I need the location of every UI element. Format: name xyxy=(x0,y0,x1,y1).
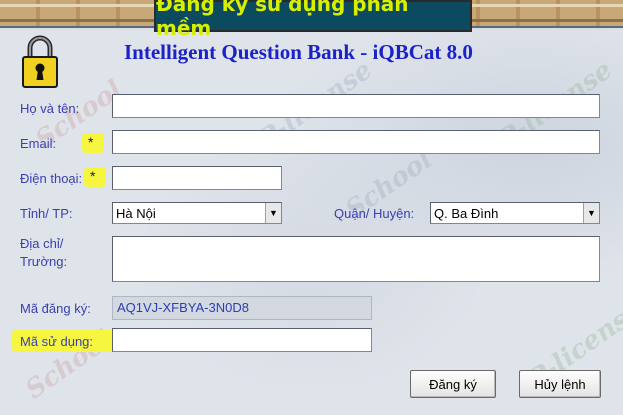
use-code-field[interactable] xyxy=(112,328,372,352)
window-title-banner: Đăng ký sử dụng phần mềm xyxy=(154,0,472,40)
district-select[interactable]: Q. Ba Đình ▼ xyxy=(430,202,600,224)
address-label-line1: Địa chỉ/ xyxy=(20,236,64,251)
chevron-down-icon[interactable]: ▼ xyxy=(583,203,599,223)
phone-label: Điện thoại: xyxy=(20,171,83,186)
phone-field[interactable] xyxy=(112,166,282,190)
province-label: Tỉnh/ TP: xyxy=(20,206,73,221)
reg-code-label: Mã đăng ký: xyxy=(20,301,91,316)
reg-code-value: AQ1VJ-XFBYA-3N0D8 xyxy=(112,296,372,320)
name-label: Họ và tên: xyxy=(20,101,80,116)
district-value: Q. Ba Đình xyxy=(434,205,499,221)
cancel-button[interactable]: Hủy lệnh xyxy=(519,370,601,398)
district-label: Quận/ Huyện: xyxy=(334,206,415,221)
province-select[interactable]: Hà Nội ▼ xyxy=(112,202,282,224)
email-field[interactable] xyxy=(112,130,600,154)
lock-icon xyxy=(22,35,58,88)
name-field[interactable] xyxy=(112,94,600,118)
address-field[interactable] xyxy=(112,236,600,282)
app-title: Intelligent Question Bank - iQBCat 8.0 xyxy=(124,40,473,64)
province-value: Hà Nội xyxy=(116,205,156,221)
registration-panel: School School P-license P-license School… xyxy=(0,30,623,415)
email-required-marker: * xyxy=(88,134,94,150)
address-label-line2: Trường: xyxy=(20,254,68,269)
window-title: Đăng ký sử dụng phần mềm xyxy=(156,0,409,40)
phone-required-marker: * xyxy=(90,168,96,184)
register-button[interactable]: Đăng ký xyxy=(410,370,496,398)
use-code-label: Mã sử dụng: xyxy=(20,334,94,349)
email-label: Email: xyxy=(20,136,57,151)
chevron-down-icon[interactable]: ▼ xyxy=(265,203,281,223)
